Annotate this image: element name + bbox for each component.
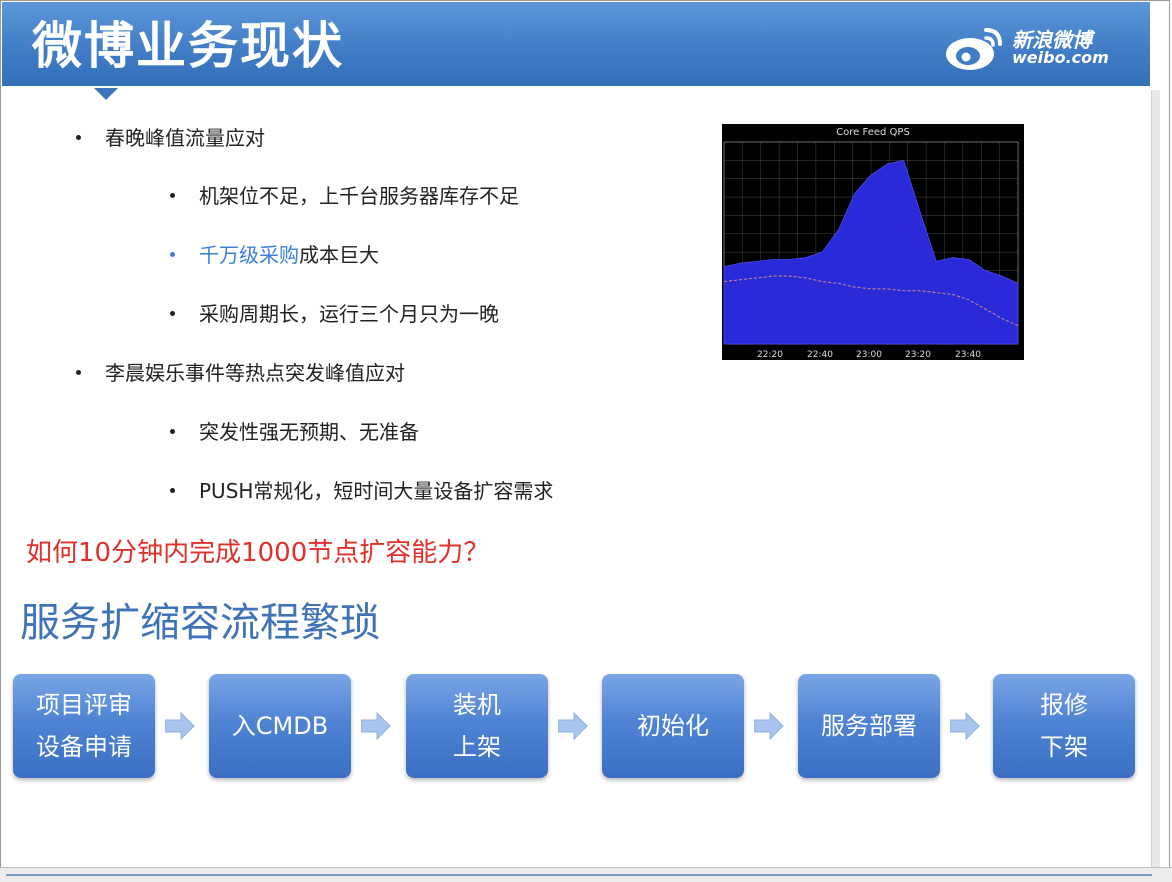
bullet-dot [170, 252, 175, 257]
arrow-right-icon [558, 712, 588, 740]
x-tick-label: 23:40 [955, 350, 981, 360]
step-line: 项目评审 [36, 691, 132, 719]
key-question: 如何10分钟内完成1000节点扩容能力？ [26, 538, 490, 568]
arrow-right-icon [950, 712, 980, 740]
weibo-logo: 新浪微博 weibo.com [944, 20, 1114, 76]
step-deploy: 服务部署 [798, 674, 940, 778]
step-line: 下架 [1040, 733, 1088, 761]
step-line: 入CMDB [231, 712, 329, 740]
section-title: 服务扩缩容流程繁琐 [20, 600, 380, 646]
bullet-text: PUSH常规化，短时间大量设备扩容需求 [199, 479, 554, 503]
bullet-item: PUSH常规化，短时间大量设备扩容需求 [170, 475, 553, 504]
step-review-apply: 项目评审 设备申请 [13, 674, 155, 778]
x-tick-label: 22:40 [807, 350, 833, 360]
slide-header: 微博业务现状 新浪微博 weibo.com [2, 2, 1150, 100]
bullet-dot [170, 488, 175, 493]
arrow-right-icon [361, 712, 391, 740]
bullet-dot [76, 370, 81, 375]
x-tick-label: 23:20 [905, 350, 931, 360]
step-cmdb: 入CMDB [209, 674, 351, 778]
arrow-right-icon [754, 712, 784, 740]
step-line: 初始化 [637, 712, 709, 740]
bullet-item: 采购周期长，运行三个月只为一晚 [170, 298, 499, 327]
qps-chart-svg: Core Feed QPS 22:20 22:40 23:00 23:20 23:40 [723, 127, 1019, 360]
bullet-item: 千万级采购成本巨大 [170, 239, 379, 268]
bullet-item: 春晚峰值流量应对 [76, 122, 265, 151]
bullet-dot [170, 311, 175, 316]
step-line: 装机 [453, 691, 501, 719]
bottom-accent-line [6, 874, 1152, 876]
step-line: 报修 [1040, 691, 1088, 719]
step-line: 上架 [453, 733, 501, 761]
bullet-text: 李晨娱乐事件等热点突发峰值应对 [105, 361, 405, 385]
bullet-item: 机架位不足，上千台服务器库存不足 [170, 180, 519, 209]
step-rack-install: 装机 上架 [406, 674, 548, 778]
x-tick-label: 23:00 [856, 350, 882, 360]
step-decommission: 报修 下架 [993, 674, 1135, 778]
bullet-text: 突发性强无预期、无准备 [199, 420, 419, 444]
qps-chart: Core Feed QPS 22:20 22:40 23:00 23:20 23:40 [722, 124, 1024, 360]
arrow-right-icon [165, 712, 195, 740]
step-line: 服务部署 [821, 712, 917, 740]
bullet-text: 机架位不足，上千台服务器库存不足 [199, 184, 519, 208]
step-line: 设备申请 [36, 733, 132, 761]
bullet-text: 成本巨大 [299, 243, 379, 267]
process-flow: 项目评审设备申请 入CMDB 装机上架 初始化 服务部署 报修下架 [13, 674, 1137, 780]
slide-title: 微博业务现状 [32, 17, 344, 75]
bullet-text: 采购周期长，运行三个月只为一晚 [199, 302, 499, 326]
bullet-dot [170, 193, 175, 198]
bullet-highlight-text: 千万级采购 [199, 243, 299, 267]
chart-title: Core Feed QPS [836, 127, 910, 138]
bullet-item: 突发性强无预期、无准备 [170, 416, 419, 445]
bullet-item: 李晨娱乐事件等热点突发峰值应对 [76, 357, 405, 386]
logo-text-en: weibo.com [1012, 48, 1109, 67]
right-border [1151, 90, 1160, 870]
bullet-dot [170, 429, 175, 434]
bullet-dot [76, 135, 81, 140]
x-tick-label: 22:20 [757, 350, 783, 360]
weibo-eye-icon [946, 28, 1002, 70]
bullet-text: 春晚峰值流量应对 [105, 126, 265, 150]
step-initialize: 初始化 [602, 674, 744, 778]
